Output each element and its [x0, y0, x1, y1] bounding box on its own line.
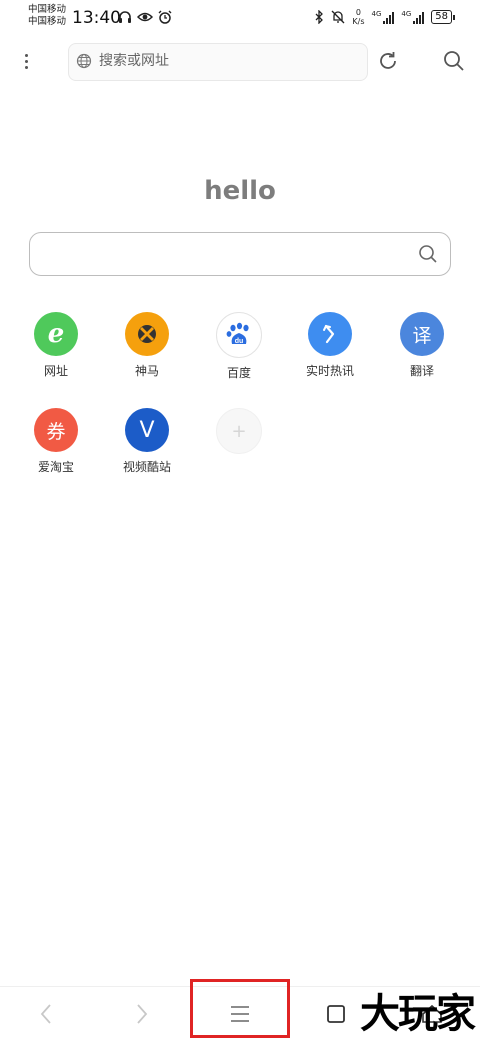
- tabs-button[interactable]: [318, 997, 354, 1031]
- translate-icon: 译: [400, 312, 444, 356]
- battery-indicator: 58: [431, 10, 455, 24]
- shortcut-label: 爱淘宝: [37, 460, 74, 474]
- v-logo-icon: V: [125, 408, 169, 452]
- shortcut-translate[interactable]: 译 翻译: [382, 312, 462, 379]
- e-logo-icon: e: [34, 312, 78, 356]
- highlight-box: [190, 979, 290, 1038]
- shortcut-label: 网址: [43, 364, 68, 378]
- baidu-paw-icon: du: [216, 312, 262, 358]
- refresh-icon[interactable]: [376, 49, 400, 73]
- carrier-1: 中国移动: [28, 4, 67, 15]
- plus-icon: +: [216, 408, 262, 454]
- signal-1-icon: 4G: [371, 10, 395, 24]
- shortcut-label: 视频酷站: [122, 460, 171, 474]
- address-input[interactable]: [99, 44, 349, 78]
- shortcut-label: 实时热讯: [305, 364, 354, 378]
- coupon-icon: 券: [34, 408, 78, 452]
- chevron-right-icon: [137, 1004, 148, 1024]
- forward-button[interactable]: [124, 997, 160, 1031]
- eye-icon: [137, 12, 153, 22]
- shortcut-shenma[interactable]: 神马: [107, 312, 187, 379]
- chevron-left-icon: [40, 1004, 51, 1024]
- greeting-title: hello: [204, 176, 276, 206]
- clock: 13:40: [72, 8, 121, 28]
- search-icon[interactable]: [442, 49, 466, 73]
- shenma-icon: [125, 312, 169, 356]
- watermark: 大玩家: [360, 991, 476, 1037]
- globe-icon: [76, 53, 92, 69]
- arrow-up-icon: [308, 312, 352, 356]
- svg-text:du: du: [235, 338, 244, 345]
- alarm-icon: [158, 10, 172, 24]
- network-type-1: 4G: [371, 10, 382, 18]
- carrier-2: 中国移动: [28, 16, 67, 27]
- net-speed: 0 K/s: [352, 8, 364, 26]
- headphones-icon: [119, 11, 131, 23]
- tabs-icon: [327, 1005, 345, 1023]
- shortcut-baidu[interactable]: du 百度: [199, 312, 279, 381]
- more-menu-icon[interactable]: [16, 48, 36, 74]
- add-shortcut-button[interactable]: +: [199, 408, 279, 460]
- signal-2-icon: 4G: [401, 10, 425, 24]
- shortcut-label: 神马: [134, 364, 159, 378]
- shortcut-label: 翻译: [409, 364, 434, 378]
- browser-toolbar: [0, 40, 480, 82]
- bluetooth-icon: [315, 10, 324, 24]
- shortcut-aitaobao[interactable]: 券 爱淘宝: [16, 408, 96, 475]
- back-button[interactable]: [28, 997, 64, 1031]
- shortcut-realtime-news[interactable]: 实时热讯: [290, 312, 370, 379]
- search-icon[interactable]: [418, 244, 438, 264]
- net-speed-value: 0: [355, 8, 361, 17]
- shortcut-label: 百度: [226, 366, 251, 380]
- home-search-input[interactable]: [44, 239, 418, 269]
- network-type-2: 4G: [401, 10, 412, 18]
- home-search-box[interactable]: [29, 232, 451, 276]
- net-speed-unit: K/s: [352, 17, 365, 26]
- carrier-labels: 中国移动 中国移动: [28, 4, 66, 28]
- address-bar[interactable]: [68, 43, 368, 81]
- mute-bell-icon: [331, 10, 345, 24]
- status-bar: 中国移动 中国移动 13:40 0 K/s 4G 4G 58: [0, 0, 480, 36]
- shortcut-wangzhi[interactable]: e 网址: [16, 312, 96, 379]
- status-right: 0 K/s 4G 4G 58: [314, 8, 455, 26]
- shortcut-video-sites[interactable]: V 视频酷站: [107, 408, 187, 475]
